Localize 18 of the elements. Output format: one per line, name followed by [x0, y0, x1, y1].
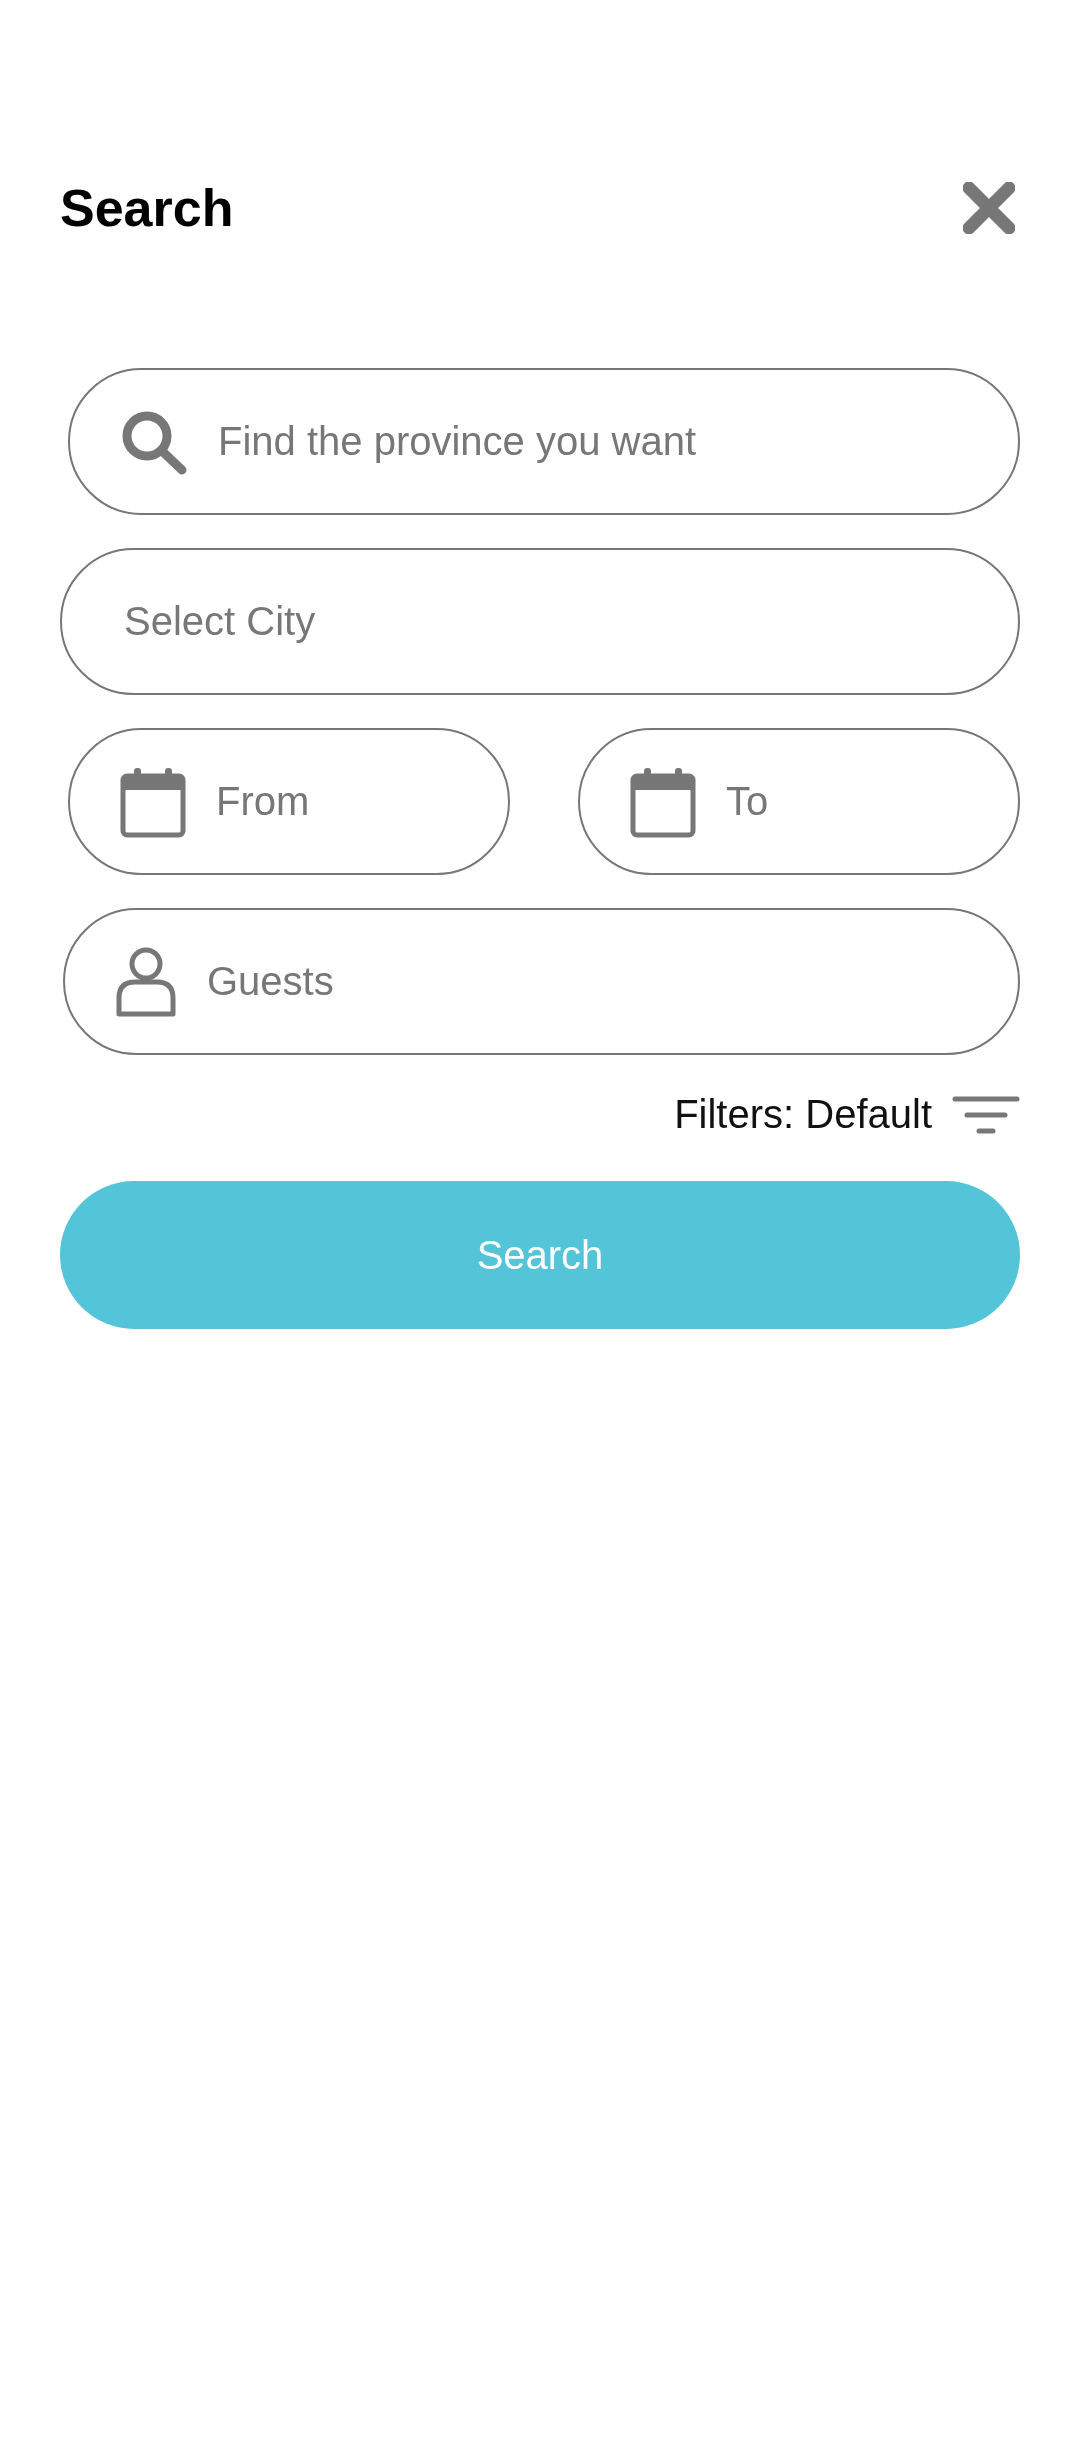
- text-input[interactable]: Find the province you want: [216, 418, 978, 465]
- search-field[interactable]: Find the province you want: [68, 368, 1020, 515]
- text-input[interactable]: Guests: [205, 958, 978, 1005]
- city-field[interactable]: Select City: [60, 548, 1020, 695]
- filter-icon[interactable]: [952, 1094, 1020, 1135]
- person-icon: [115, 945, 177, 1018]
- text-input[interactable]: To: [724, 778, 978, 825]
- page-title: Search: [60, 178, 234, 238]
- calendar-icon: [120, 765, 186, 838]
- search-button[interactable]: Search: [60, 1181, 1020, 1329]
- date-field[interactable]: From: [68, 728, 510, 875]
- guests-field[interactable]: Guests: [63, 908, 1020, 1055]
- close-button[interactable]: [962, 181, 1016, 235]
- text-input[interactable]: From: [214, 778, 468, 825]
- filters-label: Filters: Default: [674, 1092, 932, 1137]
- text-input[interactable]: Select City: [122, 598, 978, 645]
- calendar-icon: [630, 765, 696, 838]
- date-field[interactable]: To: [578, 728, 1020, 875]
